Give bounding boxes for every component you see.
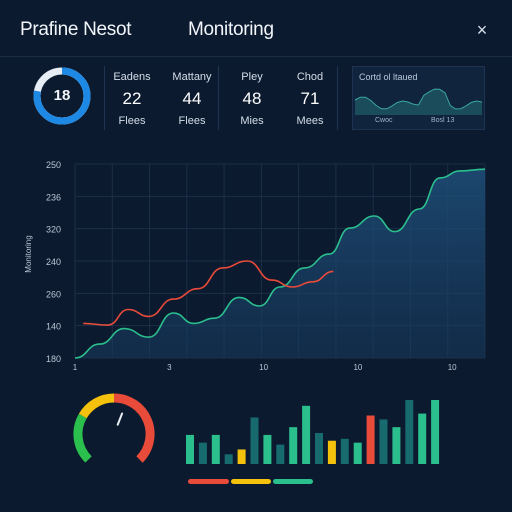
mini-chart-footnote: Bosl 13 <box>431 117 455 124</box>
bar <box>289 427 298 464</box>
stat-unit: Mies <box>240 115 264 127</box>
bar <box>186 434 194 464</box>
close-icon[interactable]: × <box>472 19 492 41</box>
bar <box>302 405 311 464</box>
mini-chart-panel[interactable]: Cortd ol ltaued Cwoc Bosl 13 <box>352 66 485 130</box>
bar <box>418 413 427 464</box>
stat-unit: Mees <box>296 115 324 127</box>
bar <box>263 434 272 464</box>
page-title: Monitoring <box>188 19 274 40</box>
separator <box>337 66 338 130</box>
gauge-segment <box>78 393 115 419</box>
bar <box>392 427 401 464</box>
y-tick-label: 260 <box>46 289 61 299</box>
stat-value: 71 <box>300 89 320 108</box>
bar <box>405 400 414 464</box>
gauge-icon <box>73 393 155 463</box>
bar <box>198 442 207 464</box>
bar <box>315 432 323 464</box>
stat-block: Chod 71 Mees <box>281 70 339 128</box>
stat-label: Chod <box>296 71 324 83</box>
y-tick-label: 250 <box>46 160 61 170</box>
gauge-needle <box>116 412 124 426</box>
bar-strip <box>186 400 440 464</box>
main-chart: 250 236 320 240 260 140 180 1 3 10 10 10 <box>46 160 486 372</box>
x-tick-label: 3 <box>167 363 172 372</box>
header-bar: Prafine Nesot Monitoring × <box>0 0 512 58</box>
mini-chart-title: Cortd ol ltaued <box>359 72 418 82</box>
y-tick-label: 180 <box>46 354 61 364</box>
x-tick-label: 10 <box>259 363 268 372</box>
stat-value: 22 <box>122 89 142 108</box>
stat-block: Eadens 22 Flees <box>103 70 161 128</box>
series-area <box>75 169 485 358</box>
stat-unit: Flees <box>118 115 146 127</box>
y-tick-label: 320 <box>46 225 61 235</box>
legend-swatch <box>273 479 313 484</box>
mini-area <box>355 89 482 115</box>
bar <box>276 444 285 464</box>
stat-label: Mattany <box>172 71 212 83</box>
bar <box>340 438 349 464</box>
stat-block: Mattany 44 Flees <box>163 70 221 128</box>
legend-swatch <box>188 479 229 484</box>
stat-value: 48 <box>242 89 262 108</box>
y-tick-label: 236 <box>46 192 61 202</box>
mini-chart-footnote: Cwoc <box>375 117 393 124</box>
gauge-segment <box>113 393 155 463</box>
y-axis-title: Monitoring <box>24 235 33 273</box>
bar <box>431 400 440 464</box>
y-tick-label: 140 <box>46 322 61 332</box>
separator <box>218 66 219 130</box>
stat-label: Pley <box>241 71 263 83</box>
stat-label: Eadens <box>113 71 151 83</box>
header-divider <box>0 56 512 57</box>
bar <box>211 434 220 464</box>
bar <box>327 440 336 464</box>
ring-value: 18 <box>53 87 71 104</box>
stat-value: 44 <box>182 89 202 108</box>
stat-unit: Flees <box>178 115 206 127</box>
x-tick-label: 10 <box>448 363 457 372</box>
y-tick-label: 240 <box>46 257 61 267</box>
x-tick-label: 10 <box>353 363 362 372</box>
app-title: Prafine Nesot <box>20 19 132 40</box>
bar <box>353 442 362 464</box>
bar <box>224 454 233 464</box>
bar <box>237 449 246 464</box>
bar <box>366 415 375 464</box>
bar <box>379 419 388 464</box>
stat-block: Pley 48 Mies <box>223 70 281 128</box>
bar <box>250 417 259 464</box>
gauge-segment <box>73 413 92 463</box>
x-tick-label: 1 <box>73 363 78 372</box>
kpi-ring: 18 <box>32 66 92 126</box>
legend-swatch <box>231 479 271 484</box>
